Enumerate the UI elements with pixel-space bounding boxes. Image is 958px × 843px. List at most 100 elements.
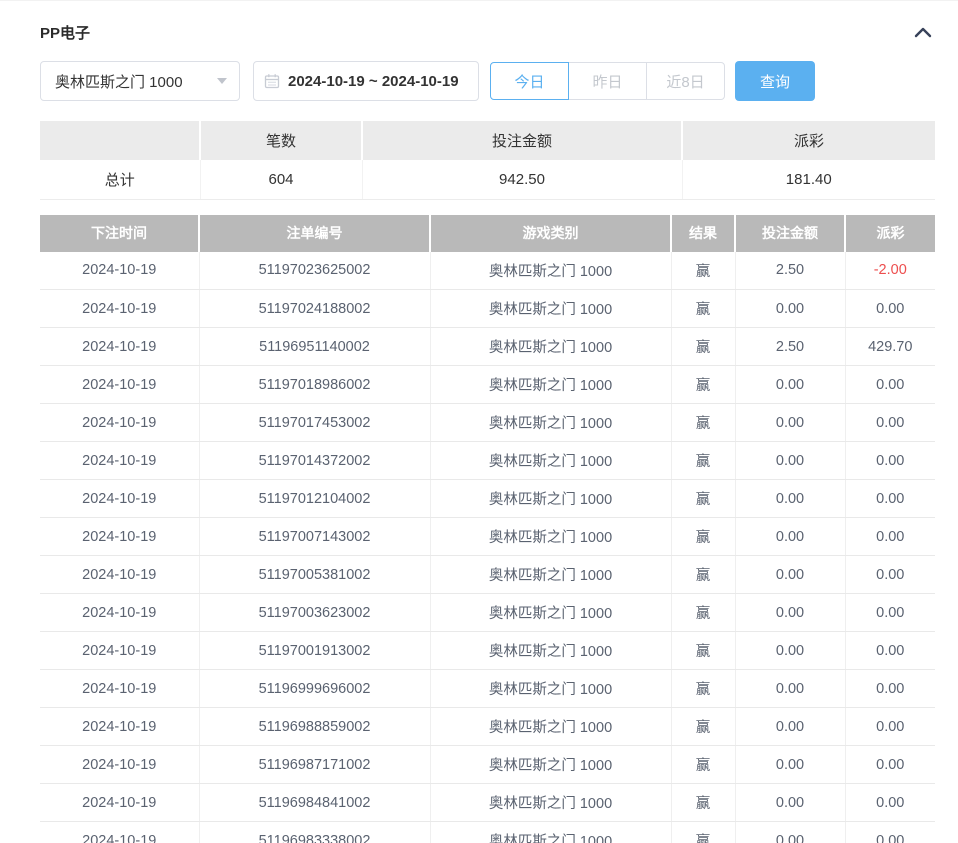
cell-bet-time: 2024-10-19 bbox=[40, 328, 199, 366]
records-table-body: 2024-10-19 51197023625002 奥林匹斯之门 1000 赢 … bbox=[40, 252, 935, 843]
summary-total-bet-amount: 942.50 bbox=[362, 160, 682, 199]
cell-bet-amount: 0.00 bbox=[735, 404, 845, 442]
cell-result: 赢 bbox=[671, 594, 735, 632]
cell-bet-amount: 0.00 bbox=[735, 594, 845, 632]
cell-game-category: 奥林匹斯之门 1000 bbox=[430, 404, 671, 442]
cell-payout: 0.00 bbox=[845, 480, 935, 518]
table-row: 2024-10-19 51197014372002 奥林匹斯之门 1000 赢 … bbox=[40, 442, 935, 480]
cell-game-category: 奥林匹斯之门 1000 bbox=[430, 442, 671, 480]
cell-result: 赢 bbox=[671, 556, 735, 594]
cell-bet-time: 2024-10-19 bbox=[40, 784, 199, 822]
cell-bet-time: 2024-10-19 bbox=[40, 746, 199, 784]
cell-result: 赢 bbox=[671, 328, 735, 366]
cell-game-category: 奥林匹斯之门 1000 bbox=[430, 670, 671, 708]
table-row: 2024-10-19 51196983338002 奥林匹斯之门 1000 赢 … bbox=[40, 822, 935, 843]
table-row: 2024-10-19 51197012104002 奥林匹斯之门 1000 赢 … bbox=[40, 480, 935, 518]
cell-order-no: 51197001913002 bbox=[199, 632, 430, 670]
cell-order-no: 51197018986002 bbox=[199, 366, 430, 404]
cell-payout: 0.00 bbox=[845, 366, 935, 404]
cell-payout: 429.70 bbox=[845, 328, 935, 366]
cell-bet-time: 2024-10-19 bbox=[40, 670, 199, 708]
collapse-panel-button[interactable] bbox=[911, 21, 935, 43]
cell-order-no: 51197023625002 bbox=[199, 252, 430, 290]
cell-order-no: 51197005381002 bbox=[199, 556, 430, 594]
game-select-value: 奥林匹斯之门 1000 bbox=[55, 71, 183, 92]
cell-payout: 0.00 bbox=[845, 556, 935, 594]
filter-row: 奥林匹斯之门 1000 2024-10-19 ~ 2024-10-19 今日 昨… bbox=[40, 61, 935, 101]
cell-payout: 0.00 bbox=[845, 594, 935, 632]
cell-result: 赢 bbox=[671, 518, 735, 556]
cell-bet-time: 2024-10-19 bbox=[40, 822, 199, 843]
cell-order-no: 51197003623002 bbox=[199, 594, 430, 632]
cell-result: 赢 bbox=[671, 670, 735, 708]
query-button[interactable]: 查询 bbox=[735, 61, 815, 101]
date-range-picker[interactable]: 2024-10-19 ~ 2024-10-19 bbox=[253, 61, 479, 101]
cell-bet-amount: 0.00 bbox=[735, 746, 845, 784]
table-row: 2024-10-19 51196988859002 奥林匹斯之门 1000 赢 … bbox=[40, 708, 935, 746]
cell-bet-time: 2024-10-19 bbox=[40, 290, 199, 328]
summary-header-payout: 派彩 bbox=[682, 121, 935, 160]
table-row: 2024-10-19 51197005381002 奥林匹斯之门 1000 赢 … bbox=[40, 556, 935, 594]
cell-bet-amount: 0.00 bbox=[735, 670, 845, 708]
cell-bet-amount: 0.00 bbox=[735, 290, 845, 328]
cell-payout: -2.00 bbox=[845, 252, 935, 290]
cell-game-category: 奥林匹斯之门 1000 bbox=[430, 632, 671, 670]
table-row: 2024-10-19 51196987171002 奥林匹斯之门 1000 赢 … bbox=[40, 746, 935, 784]
cell-bet-amount: 0.00 bbox=[735, 784, 845, 822]
cell-result: 赢 bbox=[671, 784, 735, 822]
cell-bet-amount: 0.00 bbox=[735, 632, 845, 670]
cell-result: 赢 bbox=[671, 632, 735, 670]
cell-game-category: 奥林匹斯之门 1000 bbox=[430, 708, 671, 746]
summary-total-payout: 181.40 bbox=[682, 160, 935, 199]
cell-order-no: 51197012104002 bbox=[199, 480, 430, 518]
cell-bet-amount: 2.50 bbox=[735, 328, 845, 366]
cell-game-category: 奥林匹斯之门 1000 bbox=[430, 252, 671, 290]
calendar-icon bbox=[264, 73, 280, 89]
today-button[interactable]: 今日 bbox=[490, 62, 569, 100]
cell-result: 赢 bbox=[671, 442, 735, 480]
cell-game-category: 奥林匹斯之门 1000 bbox=[430, 366, 671, 404]
cell-bet-amount: 0.00 bbox=[735, 518, 845, 556]
records-header-order-no: 注单编号 bbox=[199, 215, 430, 252]
cell-bet-time: 2024-10-19 bbox=[40, 518, 199, 556]
cell-game-category: 奥林匹斯之门 1000 bbox=[430, 822, 671, 843]
chevron-down-icon bbox=[217, 78, 227, 84]
table-row: 2024-10-19 51196951140002 奥林匹斯之门 1000 赢 … bbox=[40, 328, 935, 366]
cell-bet-amount: 2.50 bbox=[735, 252, 845, 290]
game-select[interactable]: 奥林匹斯之门 1000 bbox=[40, 61, 240, 101]
cell-bet-time: 2024-10-19 bbox=[40, 442, 199, 480]
cell-order-no: 51197017453002 bbox=[199, 404, 430, 442]
summary-header-count: 笔数 bbox=[200, 121, 362, 160]
summary-total-row: 总计 604 942.50 181.40 bbox=[40, 160, 935, 199]
cell-order-no: 51196951140002 bbox=[199, 328, 430, 366]
records-table: 下注时间 注单编号 游戏类别 结果 投注金额 派彩 2024-10-19 511… bbox=[40, 215, 935, 843]
cell-result: 赢 bbox=[671, 366, 735, 404]
cell-result: 赢 bbox=[671, 746, 735, 784]
cell-game-category: 奥林匹斯之门 1000 bbox=[430, 556, 671, 594]
cell-payout: 0.00 bbox=[845, 670, 935, 708]
cell-order-no: 51197007143002 bbox=[199, 518, 430, 556]
last8days-button[interactable]: 近8日 bbox=[646, 62, 725, 100]
cell-order-no: 51196984841002 bbox=[199, 784, 430, 822]
cell-bet-time: 2024-10-19 bbox=[40, 404, 199, 442]
table-row: 2024-10-19 51196999696002 奥林匹斯之门 1000 赢 … bbox=[40, 670, 935, 708]
cell-order-no: 51196999696002 bbox=[199, 670, 430, 708]
yesterday-button[interactable]: 昨日 bbox=[568, 62, 647, 100]
cell-payout: 0.00 bbox=[845, 518, 935, 556]
summary-total-label: 总计 bbox=[40, 160, 200, 199]
cell-payout: 0.00 bbox=[845, 746, 935, 784]
cell-order-no: 51197024188002 bbox=[199, 290, 430, 328]
cell-game-category: 奥林匹斯之门 1000 bbox=[430, 290, 671, 328]
records-header-bet-time: 下注时间 bbox=[40, 215, 199, 252]
cell-bet-time: 2024-10-19 bbox=[40, 556, 199, 594]
table-row: 2024-10-19 51197017453002 奥林匹斯之门 1000 赢 … bbox=[40, 404, 935, 442]
quick-date-button-group: 今日 昨日 近8日 bbox=[490, 62, 725, 100]
table-row: 2024-10-19 51197023625002 奥林匹斯之门 1000 赢 … bbox=[40, 252, 935, 290]
records-header-bet-amount: 投注金额 bbox=[735, 215, 845, 252]
cell-bet-amount: 0.00 bbox=[735, 708, 845, 746]
cell-bet-time: 2024-10-19 bbox=[40, 366, 199, 404]
cell-payout: 0.00 bbox=[845, 290, 935, 328]
cell-bet-time: 2024-10-19 bbox=[40, 632, 199, 670]
table-row: 2024-10-19 51197003623002 奥林匹斯之门 1000 赢 … bbox=[40, 594, 935, 632]
pp-electronic-panel: PP电子 奥林匹斯之门 1000 bbox=[0, 21, 958, 843]
